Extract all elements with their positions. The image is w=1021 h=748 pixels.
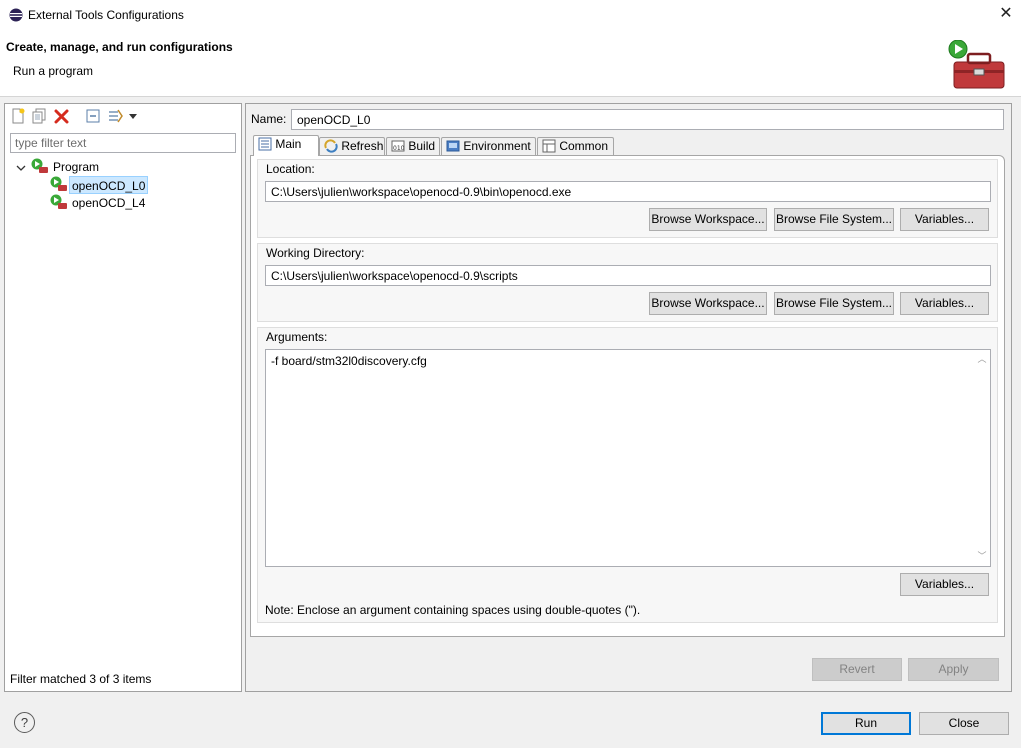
location-browse-filesystem-button[interactable]: Browse File System... bbox=[774, 208, 894, 231]
workdir-variables-button[interactable]: Variables... bbox=[900, 292, 989, 315]
chevron-down-icon[interactable] bbox=[16, 163, 26, 173]
eclipse-icon bbox=[9, 8, 23, 22]
banner-title: Create, manage, and run configurations bbox=[6, 40, 233, 54]
location-variables-button[interactable]: Variables... bbox=[900, 208, 989, 231]
apply-button[interactable]: Apply bbox=[908, 658, 999, 681]
location-browse-workspace-button[interactable]: Browse Workspace... bbox=[649, 208, 767, 231]
arguments-variables-button[interactable]: Variables... bbox=[900, 573, 989, 596]
filter-status: Filter matched 3 of 3 items bbox=[10, 672, 152, 686]
tab-common[interactable]: Common bbox=[537, 137, 614, 155]
svg-text:010: 010 bbox=[393, 145, 405, 152]
tab-build-label: Build bbox=[408, 139, 436, 153]
program-icon bbox=[31, 158, 48, 173]
common-icon bbox=[542, 139, 556, 153]
tab-refresh-label: Refresh bbox=[341, 139, 384, 153]
location-field[interactable] bbox=[265, 181, 991, 202]
tree-item-openocd-l0[interactable]: openOCD_L0 bbox=[69, 176, 149, 194]
name-field[interactable] bbox=[291, 109, 1004, 130]
filter-input[interactable] bbox=[10, 133, 236, 153]
main-tab-icon bbox=[258, 137, 272, 151]
run-button[interactable]: Run bbox=[821, 712, 911, 735]
tab-environment[interactable]: Environment bbox=[441, 137, 536, 155]
workdir-browse-workspace-button[interactable]: Browse Workspace... bbox=[649, 292, 767, 315]
working-directory-label: Working Directory: bbox=[266, 246, 365, 260]
run-config-icon bbox=[50, 176, 67, 191]
name-label: Name: bbox=[251, 112, 287, 126]
collapse-all-icon[interactable] bbox=[85, 108, 101, 124]
arguments-label: Arguments: bbox=[266, 330, 328, 344]
tab-refresh[interactable]: Refresh bbox=[319, 137, 385, 155]
filter-dropdown-icon[interactable] bbox=[128, 108, 138, 124]
help-icon[interactable]: ? bbox=[14, 712, 35, 733]
tab-main-label: Main bbox=[275, 137, 302, 151]
tab-common-label: Common bbox=[559, 139, 609, 153]
tree-item-openocd-l4[interactable]: openOCD_L4 bbox=[72, 194, 145, 212]
new-configuration-icon[interactable] bbox=[10, 108, 26, 124]
workdir-browse-filesystem-button[interactable]: Browse File System... bbox=[774, 292, 894, 315]
toolbox-run-icon bbox=[948, 40, 1005, 89]
refresh-icon bbox=[324, 139, 338, 153]
window-close-button[interactable]: ✕ bbox=[996, 4, 1016, 24]
delete-icon[interactable] bbox=[54, 108, 70, 124]
revert-button[interactable]: Revert bbox=[812, 658, 902, 681]
tree-group-program[interactable]: Program bbox=[53, 158, 99, 176]
tab-environment-label: Environment bbox=[463, 139, 531, 153]
duplicate-icon[interactable] bbox=[31, 108, 47, 124]
window-title: External Tools Configurations bbox=[28, 8, 184, 22]
build-icon: 010 bbox=[391, 140, 405, 152]
banner-subtitle: Run a program bbox=[13, 64, 94, 78]
close-button[interactable]: Close bbox=[919, 712, 1009, 735]
filter-icon[interactable] bbox=[108, 108, 124, 124]
environment-icon bbox=[446, 140, 460, 152]
tab-main[interactable]: Main bbox=[253, 135, 319, 156]
run-config-icon bbox=[50, 194, 67, 209]
arguments-textarea[interactable]: -f board/stm32l0discovery.cfg bbox=[265, 349, 991, 567]
location-label: Location: bbox=[266, 162, 315, 176]
scroll-up-arrow-icon[interactable]: ︿ bbox=[976, 353, 988, 365]
arguments-note: Note: Enclose an argument containing spa… bbox=[265, 603, 641, 617]
tab-build[interactable]: 010 Build bbox=[386, 137, 440, 155]
scroll-down-arrow-icon[interactable]: ﹀ bbox=[976, 550, 988, 562]
working-directory-field[interactable] bbox=[265, 265, 991, 286]
